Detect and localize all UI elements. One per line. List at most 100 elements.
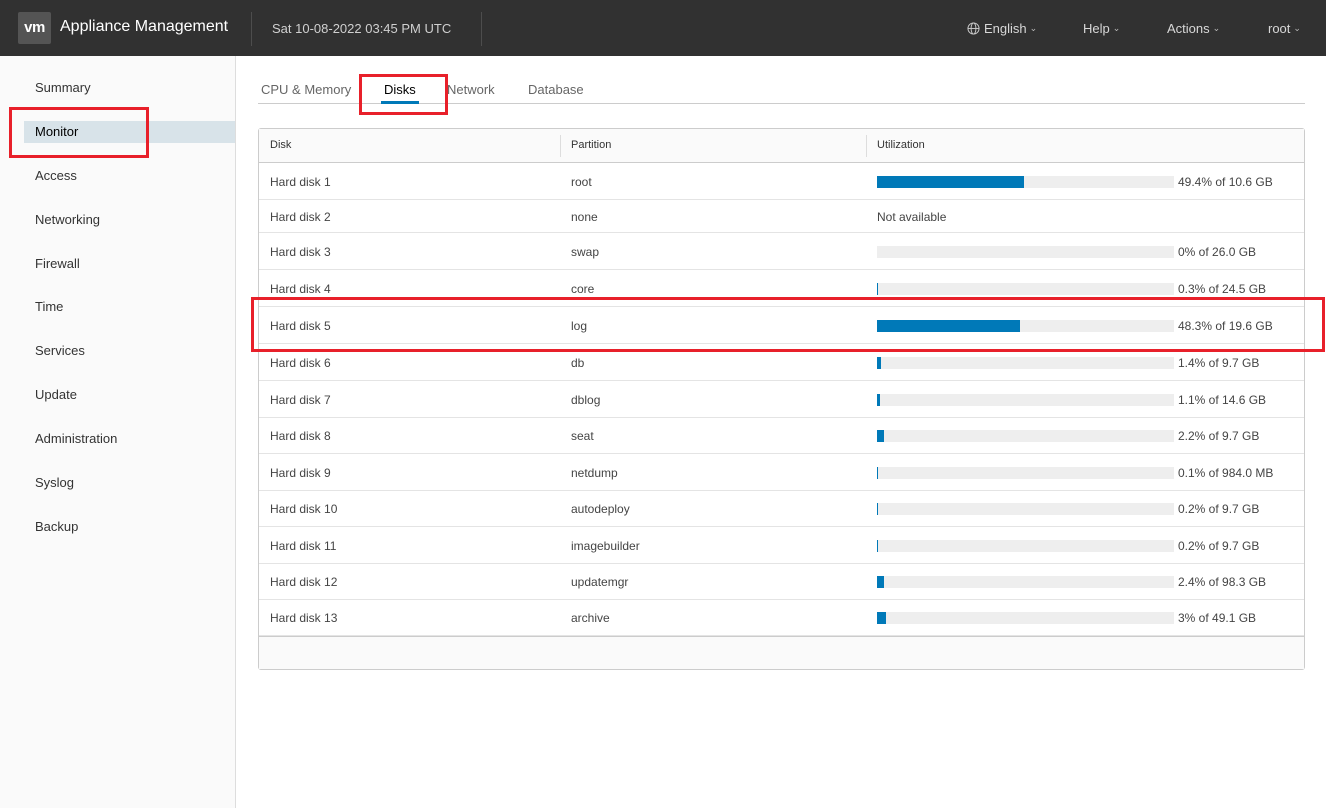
disk-cell: Hard disk 3 — [270, 245, 331, 259]
active-tab-indicator — [381, 101, 419, 104]
table-row[interactable]: Hard disk 8 seat 2.2% of 9.7 GB — [259, 418, 1304, 454]
chevron-down-icon: ⌄ — [1029, 23, 1038, 33]
utilization-text: 2.2% of 9.7 GB — [1178, 429, 1260, 443]
table-row[interactable]: Hard disk 13 archive 3% of 49.1 GB — [259, 600, 1304, 636]
sidebar-item-syslog[interactable]: Syslog — [24, 472, 235, 494]
sidebar-item-networking[interactable]: Networking — [24, 209, 235, 231]
disk-cell: Hard disk 7 — [270, 393, 331, 407]
partition-cell: updatemgr — [571, 575, 629, 589]
utilization-bar — [877, 503, 1174, 515]
table-row[interactable]: Hard disk 4 core 0.3% of 24.5 GB — [259, 270, 1304, 307]
column-header-partition[interactable]: Partition — [571, 139, 611, 151]
utilization-text: 48.3% of 19.6 GB — [1178, 319, 1273, 333]
table-row[interactable]: Hard disk 5 log 48.3% of 19.6 GB — [259, 307, 1304, 344]
sidebar-item-update[interactable]: Update — [24, 384, 235, 406]
table-row[interactable]: Hard disk 3 swap 0% of 26.0 GB — [259, 233, 1304, 270]
sidebar-nav: Summary Monitor Access Networking Firewa… — [0, 56, 236, 808]
grid-header: Disk Partition Utilization — [259, 129, 1304, 163]
partition-cell: netdump — [571, 466, 618, 480]
disk-cell: Hard disk 6 — [270, 356, 331, 370]
header-datetime: Sat 10-08-2022 03:45 PM UTC — [272, 21, 452, 36]
column-header-utilization[interactable]: Utilization — [877, 139, 925, 151]
utilization-bar-fill — [877, 320, 1021, 332]
disk-cell: Hard disk 12 — [270, 575, 338, 589]
utilization-text: 49.4% of 10.6 GB — [1178, 175, 1273, 189]
actions-menu[interactable]: Actions ⌄ — [1167, 21, 1220, 36]
grid-footer — [259, 636, 1304, 669]
disk-cell: Hard disk 5 — [270, 319, 331, 333]
disk-cell: Hard disk 8 — [270, 429, 331, 443]
tab-database[interactable]: Database — [528, 82, 584, 97]
utilization-bar — [877, 357, 1174, 369]
table-row[interactable]: Hard disk 6 db 1.4% of 9.7 GB — [259, 344, 1304, 381]
table-row[interactable]: Hard disk 1 root 49.4% of 10.6 GB — [259, 163, 1304, 200]
disk-cell: Hard disk 13 — [270, 611, 338, 625]
globe-icon — [967, 22, 980, 35]
sidebar-item-services[interactable]: Services — [24, 340, 235, 362]
utilization-bar — [877, 612, 1174, 624]
utilization-text: 0.3% of 24.5 GB — [1178, 282, 1267, 296]
sidebar-item-access[interactable]: Access — [24, 165, 235, 187]
sidebar-item-summary[interactable]: Summary — [24, 77, 235, 99]
utilization-text: 0.2% of 9.7 GB — [1178, 539, 1260, 553]
language-label: English — [984, 21, 1027, 36]
disk-cell: Hard disk 2 — [270, 210, 331, 224]
header-divider — [481, 12, 482, 46]
disks-datagrid: Disk Partition Utilization Hard disk 1 ro… — [258, 128, 1305, 670]
utilization-bar-fill — [877, 576, 885, 588]
sidebar-item-time[interactable]: Time — [24, 296, 235, 318]
sidebar-item-firewall[interactable]: Firewall — [24, 253, 235, 275]
utilization-text: 0.2% of 9.7 GB — [1178, 502, 1260, 516]
utilization-bar — [877, 246, 1174, 258]
partition-cell: swap — [571, 245, 600, 259]
top-header: vm Appliance Management Sat 10-08-2022 0… — [0, 0, 1326, 56]
utilization-bar-fill — [877, 283, 879, 295]
column-separator[interactable] — [560, 135, 561, 157]
table-row[interactable]: Hard disk 12 updatemgr 2.4% of 98.3 GB — [259, 564, 1304, 600]
table-row[interactable]: Hard disk 11 imagebuilder 0.2% of 9.7 GB — [259, 527, 1304, 564]
sidebar-item-administration[interactable]: Administration — [24, 428, 235, 450]
partition-cell: imagebuilder — [571, 539, 640, 553]
table-row[interactable]: Hard disk 2 none Not available — [259, 200, 1304, 233]
tab-disks[interactable]: Disks — [384, 82, 416, 97]
table-row[interactable]: Hard disk 10 autodeploy 0.2% of 9.7 GB — [259, 491, 1304, 527]
disk-cell: Hard disk 11 — [270, 539, 337, 553]
table-row[interactable]: Hard disk 7 dblog 1.1% of 14.6 GB — [259, 381, 1304, 418]
utilization-bar-fill — [877, 467, 879, 479]
utilization-bar — [877, 540, 1174, 552]
utilization-bar-fill — [877, 394, 881, 406]
utilization-bar — [877, 576, 1174, 588]
chevron-down-icon: ⌄ — [1212, 23, 1221, 33]
disk-cell: Hard disk 1 — [270, 175, 331, 189]
utilization-text: 0% of 26.0 GB — [1178, 245, 1257, 259]
utilization-text: 0.1% of 984.0 MB — [1178, 466, 1274, 480]
sidebar-item-monitor[interactable]: Monitor — [24, 121, 235, 143]
utilization-bar-fill — [877, 176, 1024, 188]
tab-network[interactable]: Network — [447, 82, 495, 97]
language-menu[interactable]: English ⌄ — [967, 21, 1037, 36]
utilization-bar — [877, 176, 1174, 188]
actions-label: Actions — [1167, 21, 1210, 36]
help-label: Help — [1083, 21, 1110, 36]
partition-cell: db — [571, 356, 585, 370]
partition-cell: autodeploy — [571, 502, 630, 516]
help-menu[interactable]: Help ⌄ — [1083, 21, 1120, 36]
chevron-down-icon: ⌄ — [1293, 23, 1301, 33]
app-title: Appliance Management — [60, 18, 229, 35]
disk-cell: Hard disk 10 — [270, 502, 338, 516]
chevron-down-icon: ⌄ — [1112, 23, 1121, 33]
utilization-bar-fill — [877, 612, 886, 624]
column-separator[interactable] — [866, 135, 867, 157]
column-header-disk[interactable]: Disk — [270, 139, 291, 151]
utilization-text: 1.4% of 9.7 GB — [1178, 356, 1260, 370]
utilization-bar-fill — [877, 357, 882, 369]
table-row[interactable]: Hard disk 9 netdump 0.1% of 984.0 MB — [259, 454, 1304, 491]
partition-cell: seat — [571, 429, 594, 443]
vmware-logo: vm — [18, 12, 51, 44]
partition-cell: none — [571, 210, 598, 224]
user-menu[interactable]: root ⌄ — [1268, 21, 1301, 36]
monitor-tabs: CPU & Memory Disks Network Database — [258, 74, 1305, 104]
sidebar-item-backup[interactable]: Backup — [24, 516, 235, 538]
tab-cpu-memory[interactable]: CPU & Memory — [261, 82, 351, 97]
utilization-text: 2.4% of 98.3 GB — [1178, 575, 1267, 589]
